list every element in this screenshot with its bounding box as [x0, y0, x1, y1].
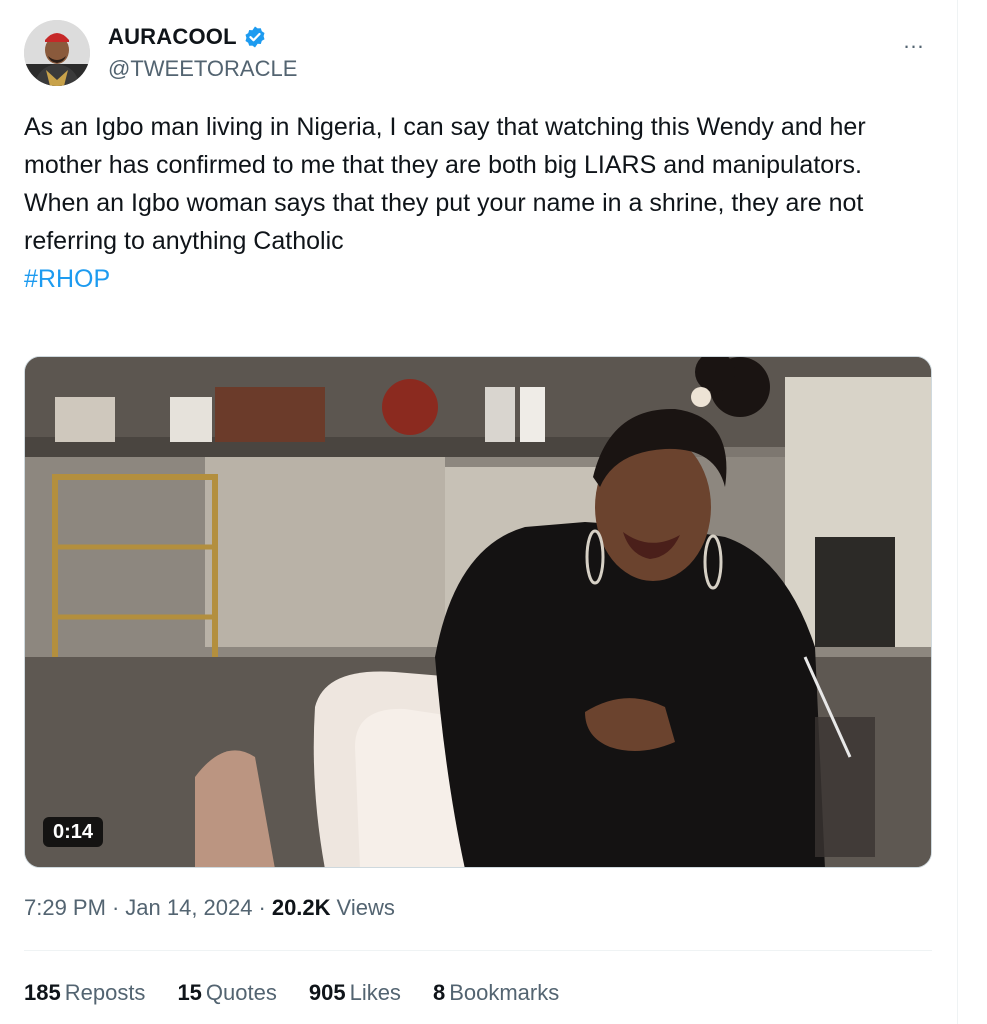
tweet-header: AURACOOL @TWEETORACLE …	[24, 20, 934, 92]
reposts-stat[interactable]: 185 Reposts	[24, 980, 145, 1006]
divider	[24, 950, 932, 951]
video-duration: 0:14	[43, 817, 104, 847]
likes-stat[interactable]: 905 Likes	[309, 980, 401, 1006]
quotes-label: Quotes	[205, 980, 277, 1005]
likes-label: Likes	[349, 980, 401, 1005]
meta-separator: ·	[258, 895, 266, 920]
tweet-time[interactable]: 7:29 PM	[24, 895, 106, 921]
tweet-page: AURACOOL @TWEETORACLE … As an Igbo man l…	[0, 0, 987, 1024]
quotes-count: 15	[177, 980, 202, 1005]
tweet-body: As an Igbo man living in Nigeria, I can …	[24, 108, 929, 298]
more-options-icon[interactable]: …	[894, 26, 934, 56]
bookmarks-stat[interactable]: 8 Bookmarks	[433, 980, 559, 1006]
handle[interactable]: @TWEETORACLE	[108, 56, 297, 82]
display-name[interactable]: AURACOOL	[108, 24, 237, 50]
bookmarks-label: Bookmarks	[449, 980, 560, 1005]
meta-separator: ·	[111, 895, 120, 920]
verified-badge-icon	[243, 25, 267, 49]
column-border	[957, 0, 958, 1024]
avatar[interactable]	[24, 20, 90, 86]
hashtag-link[interactable]: #RHOP	[24, 265, 110, 293]
reposts-label: Reposts	[64, 980, 146, 1005]
quotes-stat[interactable]: 15 Quotes	[177, 980, 276, 1006]
tweet-meta: 7:29 PM · Jan 14, 2024 · 20.2K Views	[24, 895, 395, 921]
name-row: AURACOOL	[108, 24, 267, 50]
video-player[interactable]: 0:14	[24, 356, 932, 868]
likes-count: 905	[308, 980, 346, 1005]
video-thumbnail	[25, 357, 931, 867]
engagement-stats: 185 Reposts 15 Quotes 905 Likes 8 Bookmarks	[24, 980, 559, 1006]
views-label: Views	[336, 895, 395, 920]
tweet-text: As an Igbo man living in Nigeria, I can …	[24, 113, 866, 255]
bookmarks-count: 8	[432, 980, 446, 1005]
views-count: 20.2K	[271, 895, 331, 920]
tweet-date[interactable]: Jan 14, 2024	[125, 895, 252, 921]
reposts-count: 185	[24, 980, 61, 1005]
